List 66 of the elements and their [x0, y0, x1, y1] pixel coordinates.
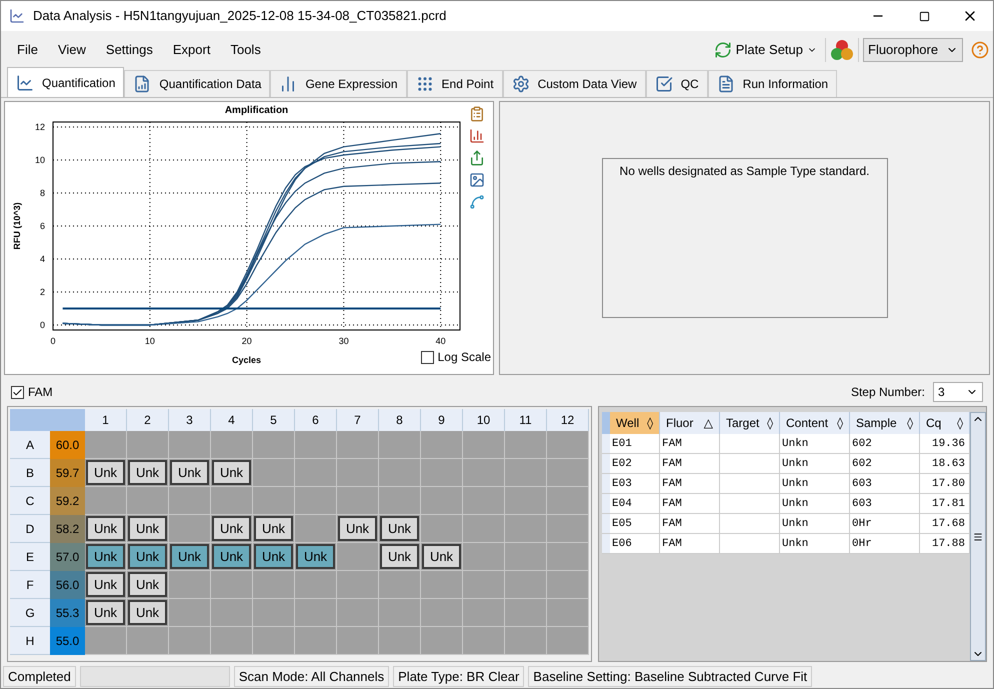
status-text: Scan Mode: All Channels [234, 666, 390, 686]
table-cell: Unkn [780, 434, 850, 453]
column-label: Content [786, 415, 828, 432]
sort-indicator: △ [704, 415, 713, 432]
empty-message: No wells designated as Sample Type standard. [620, 163, 870, 180]
status-text: Plate Type: BR Clear [393, 666, 524, 686]
column-label: Sample [856, 415, 897, 432]
table-cell: FAM [660, 534, 720, 553]
axis-tick-label: 30 [338, 336, 349, 346]
column-label: Fluor [666, 415, 694, 432]
table-cell: E04 [610, 494, 660, 513]
table-cell: E03 [610, 474, 660, 493]
temperature-cell: 55.0 [50, 627, 85, 655]
axis-tick-label: 6 [40, 221, 45, 231]
table-cell: Unkn [780, 494, 850, 513]
axis-tick-label: 2 [40, 287, 45, 298]
step-number-label: Step Number: [850, 384, 925, 401]
table-cell: E02 [610, 454, 660, 473]
status-text: Completed [3, 666, 76, 686]
sort-indicator: ◊ [837, 415, 843, 432]
x-axis-label: Cycles [232, 355, 262, 365]
y-axis-label: RFU (10^3) [12, 202, 22, 250]
axis-tick-label: 0 [50, 336, 56, 346]
axis-tick-label: 20 [242, 336, 252, 346]
sort-indicator: ◊ [907, 415, 913, 432]
table-cell: 0Hr [850, 514, 920, 533]
table-cell: E06 [610, 534, 660, 553]
table-cell: 603 [850, 494, 920, 513]
table-cell: 0Hr [850, 534, 920, 553]
table-cell: FAM [660, 454, 720, 473]
column-label: Cq [926, 415, 942, 432]
axis-tick-label: 8 [40, 188, 45, 198]
temperature-cell: 55.3 [50, 599, 85, 627]
temperature-cell: 59.2 [50, 487, 85, 515]
table-cell: E05 [610, 514, 660, 533]
table-cell: E01 [610, 434, 660, 453]
table-cell: 602 [850, 434, 920, 453]
table-cell: 602 [850, 454, 920, 473]
window-title: Data Analysis - H5N1tangyujuan_2025-12-08 15-34-08_CT035821.pcrd [33, 7, 446, 26]
axis-tick-label: 0 [40, 320, 45, 330]
sort-indicator: ◊ [957, 415, 963, 432]
table-cell: FAM [660, 494, 720, 513]
axis-tick-label: 10 [144, 336, 155, 346]
axis-tick-label: 10 [34, 154, 45, 165]
chart-title: Amplification [224, 105, 288, 116]
axis-tick-label: 4 [40, 254, 45, 264]
temperature-cell: 59.7 [50, 459, 85, 487]
temperature-cell: 57.0 [50, 543, 85, 571]
column-label: Well [616, 415, 640, 432]
table-cell: FAM [660, 514, 720, 533]
axis-tick-label: 40 [436, 336, 446, 346]
temperature-cell: 58.2 [50, 515, 85, 543]
temperature-cell: 60.0 [50, 431, 85, 459]
table-cell: FAM [660, 474, 720, 493]
temperature-cell: 56.0 [50, 571, 85, 599]
table-cell: 603 [850, 474, 920, 493]
status-text: Baseline Setting: Baseline Subtracted Curve Fit [528, 666, 812, 686]
sort-indicator: ◊ [647, 415, 653, 432]
table-cell: Unkn [780, 534, 850, 553]
table-cell: FAM [660, 434, 720, 453]
sort-indicator: ◊ [767, 415, 773, 432]
column-label: Target [726, 415, 760, 432]
table-cell: Unkn [780, 474, 850, 493]
table-cell: Unkn [780, 514, 850, 533]
table-cell: Unkn [780, 454, 850, 473]
axis-tick-label: 12 [34, 122, 45, 132]
